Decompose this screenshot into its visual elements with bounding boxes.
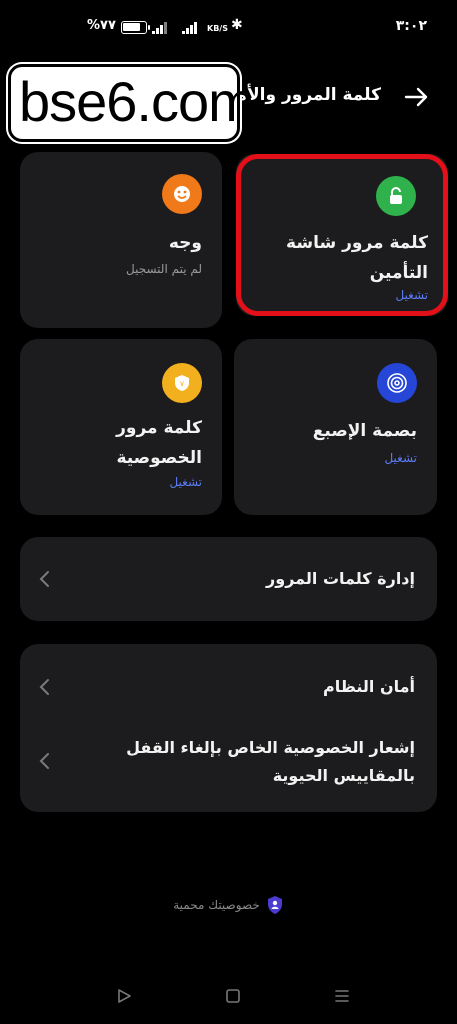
tile-privacy-password[interactable]: ٧ كلمة مرور الخصوصية تشغيل	[20, 339, 222, 515]
password-manager-row[interactable]: إدارة كلمات المرور	[20, 537, 437, 621]
triangle-back-icon[interactable]	[112, 984, 136, 1008]
signal-icon	[152, 21, 167, 34]
tile-fingerprint[interactable]: بصمة الإصبع تشغيل	[234, 339, 437, 515]
tile-face[interactable]: وجه لم يتم التسجيل	[20, 152, 222, 328]
privacy-protected-note[interactable]: خصوصيتك محمية	[0, 895, 457, 915]
arrow-right-icon[interactable]	[401, 82, 431, 112]
highlight-box	[236, 154, 448, 316]
biometric-privacy-notice-row[interactable]: إشعار الخصوصية الخاص بإلغاء القفل بالمقا…	[20, 728, 437, 812]
status-time: ٣:٠٢	[395, 18, 427, 34]
tile-face-title: وجه	[168, 233, 202, 253]
chevron-left-icon	[39, 571, 49, 587]
signal-icon-2	[182, 21, 197, 34]
privacy-text: خصوصيتك محمية	[173, 898, 260, 912]
battery-percent: %٧٧	[87, 18, 116, 33]
face-icon	[162, 174, 202, 214]
privacy-key-icon: ٧	[162, 363, 202, 403]
bluetooth-icon: ✱	[231, 17, 243, 33]
tile-fingerprint-status: تشغيل	[384, 451, 417, 465]
battery-icon	[121, 21, 150, 34]
square-home-icon[interactable]	[221, 984, 245, 1008]
tile-privacy-password-status: تشغيل	[169, 475, 202, 489]
fingerprint-icon	[377, 363, 417, 403]
password-manager-label: إدارة كلمات المرور	[266, 569, 415, 588]
system-security-row[interactable]: أمان النظام	[20, 644, 437, 728]
svg-text:٧: ٧	[180, 380, 185, 389]
menu-recents-icon[interactable]	[330, 984, 354, 1008]
tile-face-status: لم يتم التسجيل	[126, 262, 202, 276]
shield-icon	[267, 896, 282, 914]
net-speed: KB/S	[207, 24, 228, 33]
tile-privacy-password-title: كلمة مرور الخصوصية	[116, 418, 202, 468]
chevron-left-icon	[39, 753, 49, 769]
watermark-logo: bse6.com	[8, 64, 255, 142]
watermark-text: bse6.com	[19, 70, 255, 133]
chevron-left-icon	[39, 679, 49, 695]
navigation-bar	[0, 984, 457, 1008]
tile-fingerprint-title: بصمة الإصبع	[312, 421, 417, 441]
system-security-label: أمان النظام	[323, 677, 415, 696]
status-bar: ٣:٠٢ %٧٧ KB/S ✱	[0, 0, 457, 56]
biometric-privacy-notice-label: إشعار الخصوصية الخاص بإلغاء القفل بالمقا…	[126, 738, 415, 785]
security-group: أمان النظام إشعار الخصوصية الخاص بإلغاء …	[20, 644, 437, 812]
